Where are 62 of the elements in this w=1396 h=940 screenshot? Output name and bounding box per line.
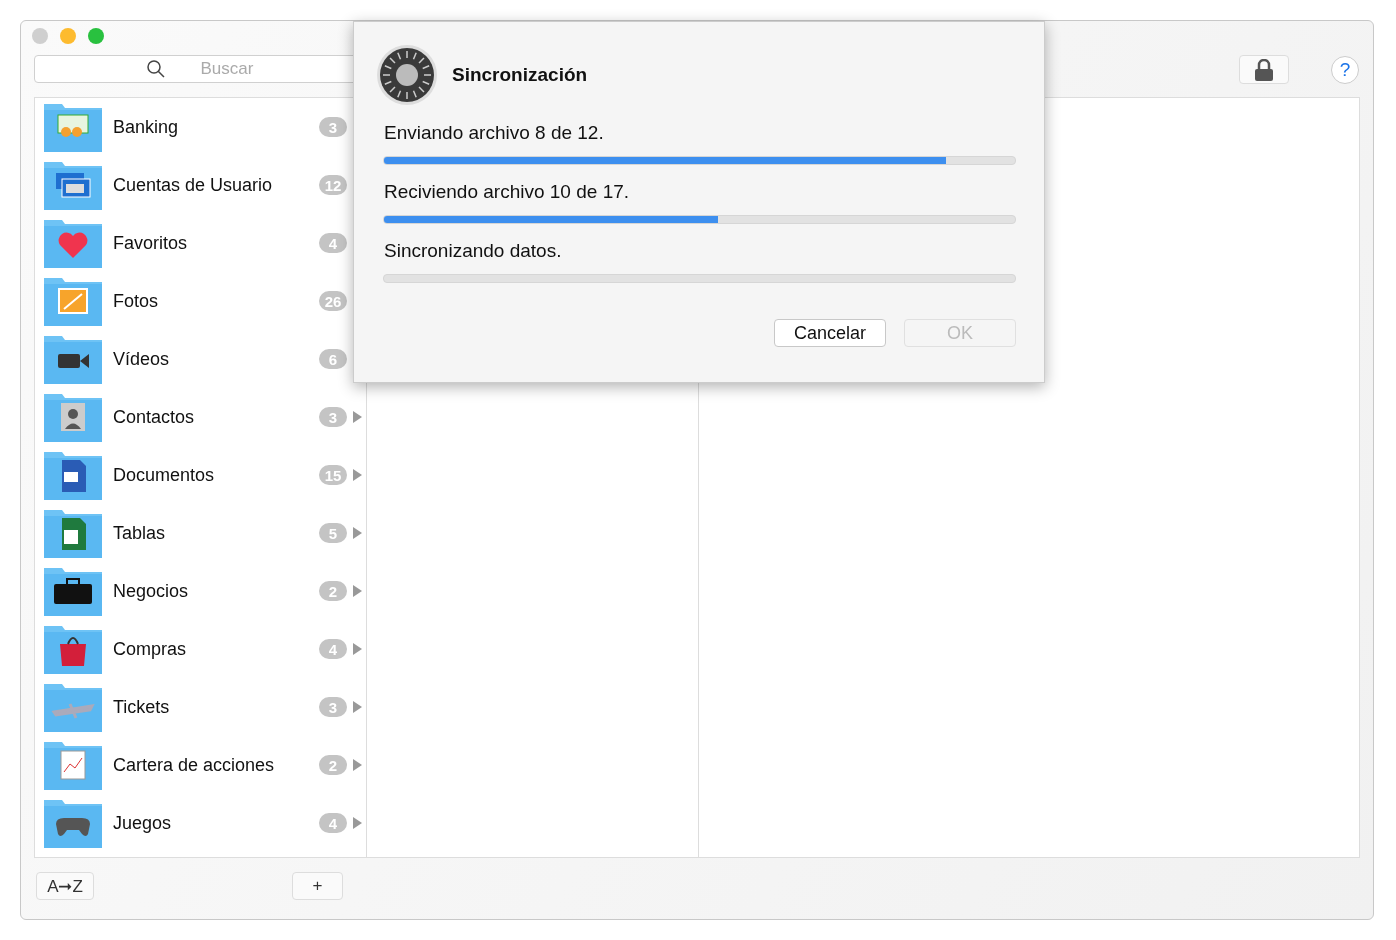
sidebar-item[interactable]: Compras bbox=[113, 638, 319, 660]
sidebar-item[interactable]: Fotos bbox=[113, 290, 319, 312]
progress-label: Enviando archivo 8 de 12. bbox=[384, 122, 605, 144]
count-badge: 26 bbox=[319, 291, 347, 311]
folder-icon bbox=[44, 566, 102, 616]
padlock-icon bbox=[1255, 58, 1273, 81]
folder-icon bbox=[44, 102, 102, 152]
disclosure-triangle-icon[interactable] bbox=[353, 527, 362, 539]
folder-icon bbox=[44, 276, 102, 326]
folder-icon bbox=[44, 740, 102, 790]
sidebar-item[interactable]: Tickets bbox=[113, 696, 319, 718]
search-icon bbox=[147, 60, 165, 78]
sidebar-item[interactable]: Tablas bbox=[113, 522, 319, 544]
sort-button[interactable]: A➞Z bbox=[36, 872, 94, 900]
folder-icon bbox=[44, 624, 102, 674]
sidebar-item[interactable]: Cuentas de Usuario bbox=[113, 174, 319, 196]
folder-icon bbox=[44, 334, 102, 384]
disclosure-triangle-icon[interactable] bbox=[353, 643, 362, 655]
folder-icon bbox=[44, 218, 102, 268]
count-badge: 12 bbox=[319, 175, 347, 195]
disclosure-triangle-icon[interactable] bbox=[353, 701, 362, 713]
count-badge: 5 bbox=[319, 523, 347, 543]
folder-icon bbox=[44, 682, 102, 732]
count-badge: 3 bbox=[319, 117, 347, 137]
disclosure-triangle-icon[interactable] bbox=[353, 411, 362, 423]
dial-icon bbox=[376, 44, 438, 106]
folder-icon bbox=[44, 508, 102, 558]
count-badge: 2 bbox=[319, 755, 347, 775]
sidebar-item[interactable]: Vídeos bbox=[113, 348, 319, 370]
count-badge: 15 bbox=[319, 465, 347, 485]
close-button[interactable] bbox=[32, 28, 48, 44]
count-badge: 6 bbox=[319, 349, 347, 369]
dialog-title: Sincronización bbox=[452, 64, 588, 86]
disclosure-triangle-icon[interactable] bbox=[353, 817, 362, 829]
add-button[interactable]: + bbox=[292, 872, 343, 900]
sidebar-item[interactable]: Juegos bbox=[113, 812, 319, 834]
help-button[interactable]: ? bbox=[1331, 56, 1359, 84]
count-badge: 3 bbox=[319, 407, 347, 427]
count-badge: 4 bbox=[319, 639, 347, 659]
count-badge: 3 bbox=[319, 697, 347, 717]
sidebar-item[interactable]: Favoritos bbox=[113, 232, 319, 254]
cancel-button[interactable]: Cancelar bbox=[774, 319, 886, 347]
folder-icon bbox=[44, 450, 102, 500]
progress-label: Reciviendo archivo 10 de 17. bbox=[384, 181, 631, 203]
progress-label: Sincronizando datos. bbox=[384, 240, 563, 262]
folder-icon bbox=[44, 392, 102, 442]
count-badge: 4 bbox=[319, 813, 347, 833]
folder-icon bbox=[44, 160, 102, 210]
disclosure-triangle-icon[interactable] bbox=[353, 469, 362, 481]
zoom-button[interactable] bbox=[88, 28, 104, 44]
sidebar-item[interactable]: Cartera de acciones bbox=[113, 754, 319, 776]
sidebar-item[interactable]: Negocios bbox=[113, 580, 319, 602]
disclosure-triangle-icon[interactable] bbox=[353, 585, 362, 597]
disclosure-triangle-icon[interactable] bbox=[353, 759, 362, 771]
sidebar-item[interactable]: Banking bbox=[113, 116, 319, 138]
lock-button[interactable] bbox=[1239, 55, 1289, 84]
minimize-button[interactable] bbox=[60, 28, 76, 44]
folder-icon bbox=[44, 798, 102, 848]
sidebar-item[interactable]: Documentos bbox=[113, 464, 319, 486]
count-badge: 4 bbox=[319, 233, 347, 253]
sidebar-item[interactable]: Contactos bbox=[113, 406, 319, 428]
count-badge: 2 bbox=[319, 581, 347, 601]
